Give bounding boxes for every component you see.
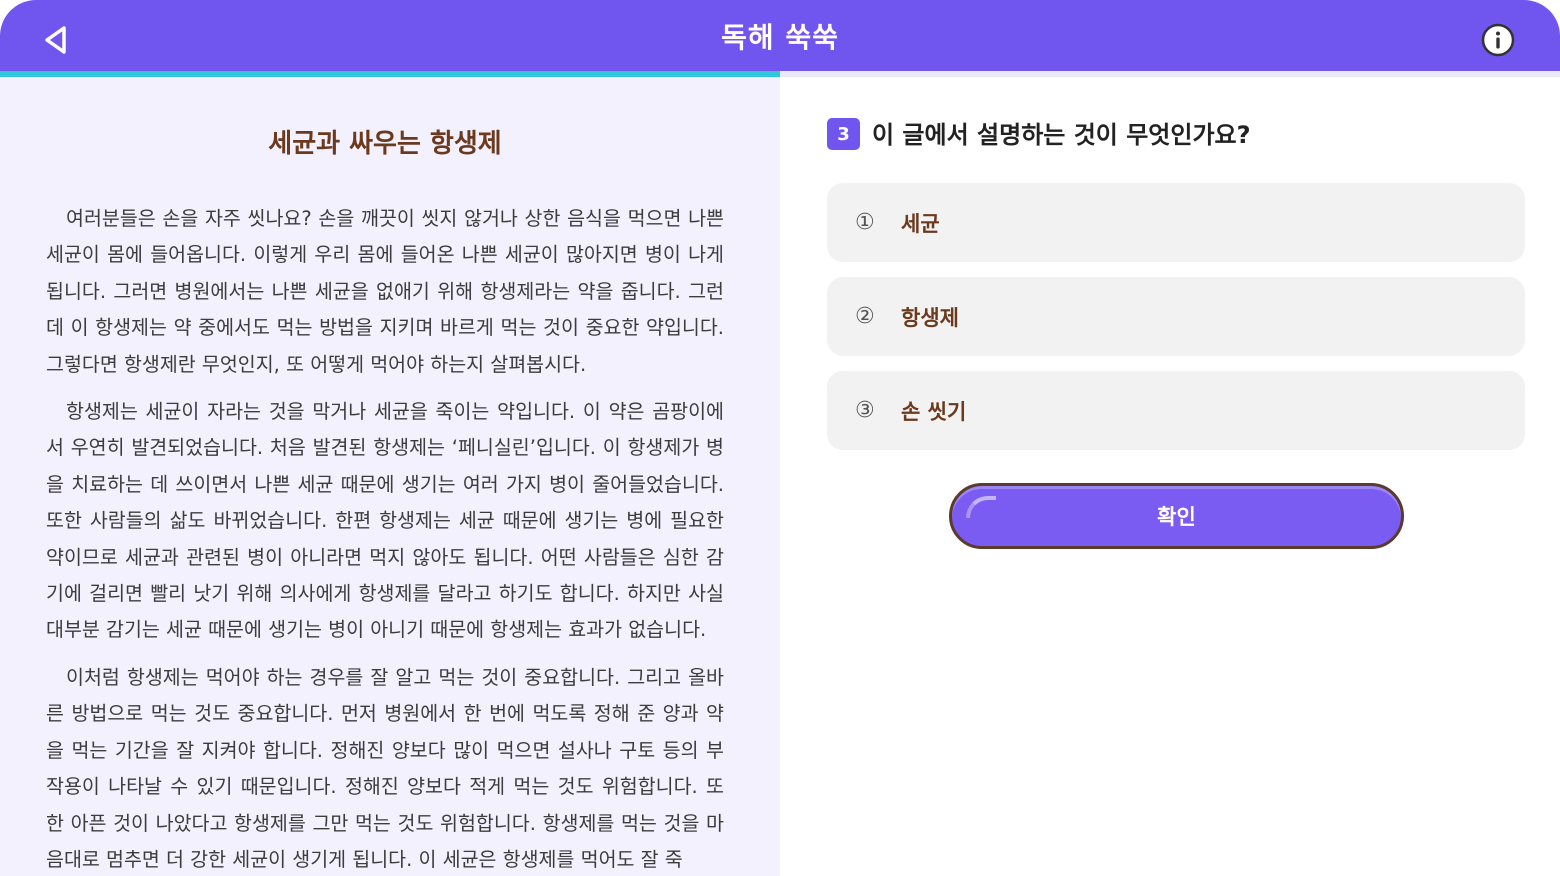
confirm-button[interactable]: 확인: [949, 483, 1404, 549]
button-gloss: [966, 496, 996, 518]
passage-panel[interactable]: 세균과 싸우는 항생제 여러분들은 손을 자주 씻나요? 손을 깨끗이 씻지 않…: [0, 77, 780, 876]
confirm-label: 확인: [1157, 505, 1196, 529]
passage-paragraph: 이처럼 항생제는 먹어야 하는 경우를 잘 알고 먹는 것이 중요합니다. 그리…: [46, 665, 724, 871]
passage-paragraph: 항생제는 세균이 자라는 것을 막거나 세균을 죽이는 약입니다. 이 약은 곰…: [46, 400, 724, 642]
passage-paragraph: 여러분들은 손을 자주 씻나요? 손을 깨끗이 씻지 않거나 상한 음식을 먹으…: [46, 207, 724, 376]
passage-title: 세균과 싸우는 항생제: [268, 129, 502, 159]
page-title: 독해 쑥쑥: [721, 21, 839, 54]
answer-option-3[interactable]: ③ 손 씻기: [827, 371, 1525, 450]
info-circle-icon: [1481, 23, 1515, 57]
option-label: 항생제: [901, 305, 959, 330]
answer-option-2[interactable]: ② 항생제: [827, 277, 1525, 356]
info-button[interactable]: [1478, 20, 1518, 60]
question-number-badge: 3: [827, 118, 860, 150]
answer-option-1[interactable]: ① 세균: [827, 183, 1525, 262]
option-marker: ②: [855, 304, 875, 329]
passage-body: 여러분들은 손을 자주 씻나요? 손을 깨끗이 씻지 않거나 상한 음식을 먹으…: [46, 201, 724, 876]
option-marker: ①: [855, 210, 875, 235]
option-marker: ③: [855, 398, 875, 423]
top-header: 독해 쑥쑥: [0, 0, 1560, 77]
option-label: 손 씻기: [901, 399, 967, 424]
question-panel: 3 이 글에서 설명하는 것이 무엇인가요? ① 세균 ② 항생제 ③ 손 씻기…: [780, 77, 1560, 876]
option-label: 세균: [901, 211, 940, 236]
reading-app: 독해 쑥쑥 세균과 싸우는 항생제 여러분들은 손을 자주 씻나요? 손을 깨끗…: [0, 0, 1560, 876]
question-text: 이 글에서 설명하는 것이 무엇인가요?: [872, 121, 1251, 149]
